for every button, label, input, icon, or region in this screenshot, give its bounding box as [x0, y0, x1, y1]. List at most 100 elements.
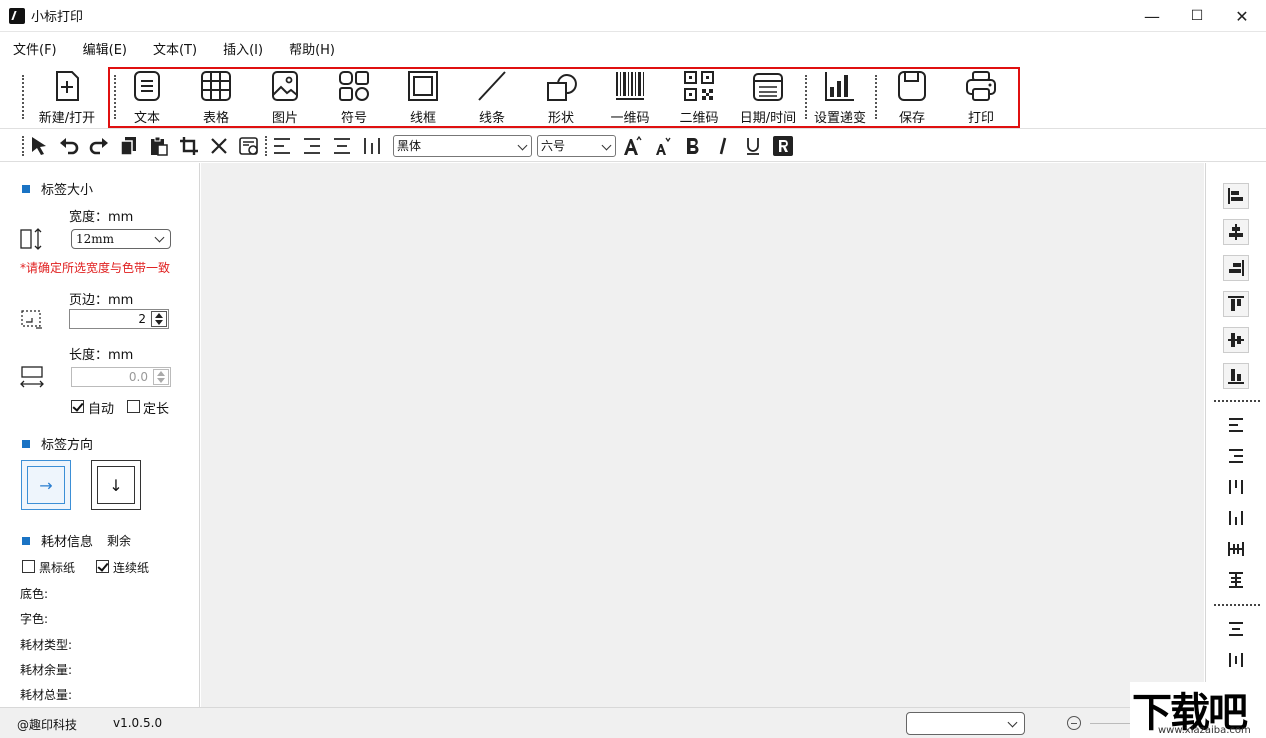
text-align-left-button[interactable] — [1223, 412, 1249, 438]
maximize-button[interactable]: ☐ — [1174, 0, 1220, 32]
line-tool-button[interactable]: 线条 — [458, 67, 526, 127]
length-spinner[interactable]: 0.0 — [71, 367, 171, 387]
align-objects-bottom-button[interactable] — [1223, 363, 1249, 389]
symbol-tool-button[interactable]: 符号 — [320, 67, 388, 127]
new-open-button[interactable]: 新建/打开 — [33, 67, 101, 127]
paste-button[interactable] — [147, 134, 171, 158]
label-canvas[interactable] — [201, 163, 1204, 707]
width-warning-note: *请确定所选宽度与色带一致 — [20, 261, 171, 275]
watermark-url: www.xiazaiba.com — [1158, 725, 1251, 736]
orientation-horizontal-button[interactable]: → — [21, 460, 71, 510]
settings-panel-icon — [239, 137, 258, 155]
printer-select[interactable] — [906, 712, 1025, 735]
image-icon — [272, 71, 298, 101]
chevron-down-icon — [154, 232, 165, 243]
undo-icon — [60, 138, 79, 155]
consumable-remaining-amount-label: 耗材余量: — [20, 663, 73, 677]
black-label-checkbox[interactable] — [22, 560, 35, 573]
undo-button[interactable] — [57, 134, 81, 158]
zoom-slider[interactable] — [1090, 723, 1130, 724]
print-button[interactable]: 打印 — [947, 67, 1015, 127]
distribute-horizontal-icon — [1228, 542, 1244, 556]
distribute-vertical-button[interactable] — [1223, 567, 1249, 593]
text-align-top-button[interactable] — [1223, 474, 1249, 500]
minimize-button[interactable]: — — [1129, 0, 1175, 32]
menu-text[interactable]: 文本(T) — [144, 39, 206, 58]
decrease-font-button[interactable] — [650, 134, 674, 158]
text-icon — [134, 71, 160, 101]
spinner-arrows-icon[interactable] — [151, 311, 167, 327]
datetime-tool-button[interactable]: 日期/时间 — [734, 67, 802, 127]
orientation-vertical-button[interactable]: ↓ — [91, 460, 141, 510]
delete-x-icon — [211, 138, 227, 154]
align-objects-right-icon — [1229, 260, 1244, 276]
crop-button[interactable] — [177, 134, 201, 158]
qrcode-icon — [684, 71, 714, 101]
zoom-out-icon[interactable] — [1067, 716, 1081, 730]
align-left-button[interactable] — [270, 134, 294, 158]
increment-tool-button[interactable]: 设置递变 — [806, 67, 874, 127]
align-center-button[interactable] — [330, 134, 354, 158]
center-horizontal-icon — [1229, 622, 1243, 636]
barcode-tool-button[interactable]: 一维码 — [596, 67, 664, 127]
center-vertical-button[interactable] — [1223, 647, 1249, 673]
fixed-length-checkbox[interactable] — [127, 400, 140, 413]
menu-file[interactable]: 文件(F) — [4, 39, 66, 58]
bold-button[interactable] — [681, 134, 705, 158]
delete-button[interactable] — [207, 134, 231, 158]
chevron-down-icon — [601, 140, 612, 151]
status-bar: @趣印科技 v1.0.5.0 — [0, 707, 1266, 738]
align-objects-top-button[interactable] — [1223, 291, 1249, 317]
align-objects-right-button[interactable] — [1223, 255, 1249, 281]
align-right-button[interactable] — [300, 134, 324, 158]
barcode-icon — [616, 72, 644, 100]
text-tool-button[interactable]: 文本 — [113, 67, 181, 127]
new-file-icon — [56, 71, 79, 101]
menu-help[interactable]: 帮助(H) — [280, 39, 344, 58]
menu-insert[interactable]: 插入(I) — [214, 39, 272, 58]
text-align-right-button[interactable] — [1223, 443, 1249, 469]
select-pointer-button[interactable] — [27, 134, 51, 158]
align-left-icon — [274, 138, 290, 154]
align-objects-left-button[interactable] — [1223, 183, 1249, 209]
center-horizontal-button[interactable] — [1223, 616, 1249, 642]
vertical-text-icon — [364, 138, 380, 154]
properties-button[interactable] — [237, 134, 261, 158]
spinner-arrows-icon[interactable] — [153, 369, 169, 385]
menu-edit[interactable]: 编辑(E) — [74, 39, 136, 58]
auto-length-checkbox[interactable] — [71, 400, 84, 413]
save-button[interactable]: 保存 — [878, 67, 946, 127]
qrcode-tool-button[interactable]: 二维码 — [665, 67, 733, 127]
margin-spinner[interactable]: 2 — [69, 309, 169, 329]
text-align-bottom-button[interactable] — [1223, 505, 1249, 531]
text-align-right-icon — [1229, 449, 1243, 463]
copy-button[interactable] — [117, 134, 141, 158]
font-size-select[interactable]: 六号 — [537, 135, 616, 157]
redo-button[interactable] — [87, 134, 111, 158]
underline-button[interactable] — [741, 134, 765, 158]
toolbar-grip[interactable] — [22, 136, 25, 156]
width-label: 宽度：mm — [69, 210, 134, 225]
font-family-select[interactable]: 黑体 — [393, 135, 532, 157]
table-tool-button[interactable]: 表格 — [182, 67, 250, 127]
italic-button[interactable] — [711, 134, 735, 158]
toolbar-grip[interactable] — [22, 75, 25, 119]
align-objects-hcenter-button[interactable] — [1223, 219, 1249, 245]
continuous-paper-checkbox[interactable] — [96, 560, 109, 573]
image-tool-button[interactable]: 图片 — [251, 67, 319, 127]
shape-tool-button[interactable]: 形状 — [527, 67, 595, 127]
printer-icon — [966, 71, 996, 101]
align-objects-vcenter-icon — [1228, 333, 1244, 347]
reverse-color-button[interactable] — [771, 134, 795, 158]
text-align-left-icon — [1229, 418, 1243, 432]
section-orientation: 标签方向 — [22, 434, 93, 453]
increase-font-button[interactable] — [620, 134, 644, 158]
vertical-text-button[interactable] — [360, 134, 384, 158]
align-objects-vcenter-button[interactable] — [1223, 327, 1249, 353]
close-button[interactable]: ✕ — [1219, 0, 1265, 32]
frame-tool-button[interactable]: 线框 — [389, 67, 457, 127]
margin-icon — [21, 310, 42, 329]
distribute-horizontal-button[interactable] — [1223, 536, 1249, 562]
section-label-size: 标签大小 — [22, 179, 93, 198]
width-select[interactable]: 12mm — [71, 229, 171, 249]
